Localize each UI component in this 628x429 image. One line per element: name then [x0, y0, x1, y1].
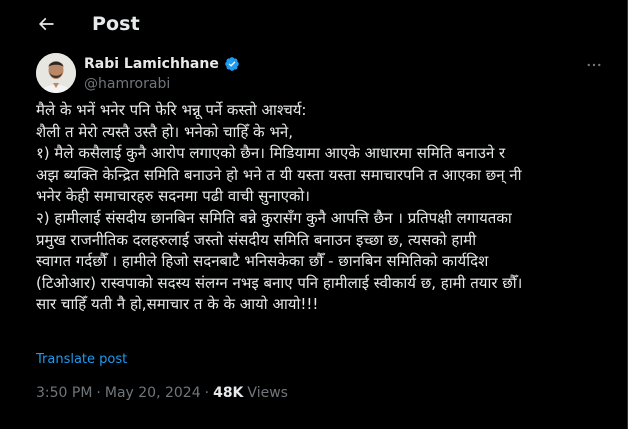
translate-post-link[interactable]: Translate post	[36, 352, 127, 367]
meta-separator: ·	[96, 385, 101, 401]
more-dots-icon	[585, 56, 603, 78]
post-date[interactable]: May 20, 2024	[105, 385, 201, 401]
post-line: १) मैले कसैलाई कुनै आरोप लगाएको छैन। मिड…	[36, 144, 506, 163]
post-line: भनेर केही समाचारहरु सदनमा पढी वाची सुनाए…	[36, 187, 310, 206]
post-line: मैले के भनें भनेर पनि फेरि भन्नू पर्ने क…	[36, 101, 307, 119]
user-handle[interactable]: @hamrorabi	[84, 76, 170, 92]
post-author: Rabi Lamichhane @hamrorabi	[36, 53, 601, 97]
post-header: Post	[0, 0, 628, 52]
post-line: प्रमुख राजनीतिक दलहरुलाई जस्तो संसदीय सम…	[36, 230, 477, 249]
post-text: मैले के भनें भनेर पनि फेरि भन्नू पर्ने क…	[36, 100, 608, 316]
meta-separator: ·	[204, 385, 210, 401]
post-line: स्वागत गर्दछौँ । हामीले हिजो सदनबाटै भनि…	[36, 252, 489, 271]
page-title: Post	[92, 13, 140, 35]
post-line: शैली त मेरो त्यस्तै उस्तै हो। भनेको चाहि…	[36, 122, 293, 141]
post-page: Post Rabi Lamichhane @hamrorabi मैले के …	[0, 0, 628, 429]
post-line: अझ ब्यक्ति केन्द्रित समिति बनाउने हो भने…	[36, 165, 522, 184]
post-line: सार चाहिँ यती नै हो,समाचार त के के आयो आ…	[36, 295, 319, 314]
more-options-button[interactable]	[582, 57, 606, 77]
avatar[interactable]	[36, 53, 76, 93]
post-line: (टिओआर) रास्वपाको सदस्य संलग्न नभइ बनाए …	[36, 273, 523, 292]
post-meta: 3:50 PM · May 20, 2024 · 48K Views	[36, 385, 288, 401]
arrow-left-icon	[36, 14, 56, 38]
views-label: Views	[247, 385, 288, 401]
display-name[interactable]: Rabi Lamichhane	[84, 56, 219, 72]
name-row: Rabi Lamichhane	[84, 56, 240, 72]
post-line: २) हामीलाई संसदीय छानबिन समिति बन्ने कुर…	[36, 208, 512, 227]
views-count: 48K	[213, 385, 244, 401]
post-time[interactable]: 3:50 PM	[36, 385, 92, 401]
avatar-image	[36, 53, 76, 93]
verified-badge-icon[interactable]	[224, 56, 240, 72]
back-button[interactable]	[28, 12, 64, 40]
